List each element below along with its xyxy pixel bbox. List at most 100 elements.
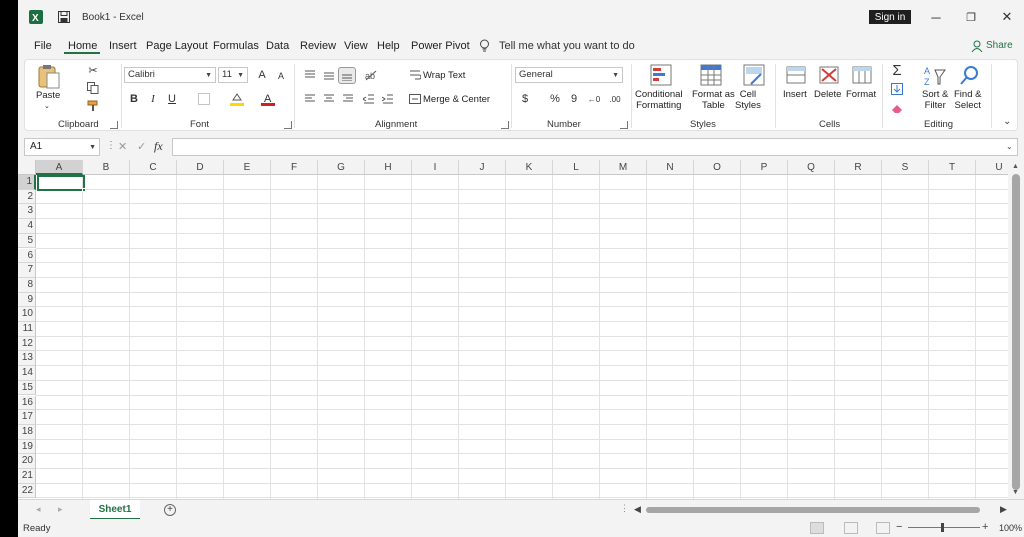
font-size-select[interactable]: 11 ▼ <box>218 67 248 83</box>
tab-formulas[interactable]: Formulas <box>213 40 259 52</box>
align-top-icon[interactable] <box>302 68 318 82</box>
select-all-corner[interactable] <box>18 160 36 175</box>
row-header-17[interactable]: 17 <box>18 410 36 425</box>
conditional-formatting-icon[interactable] <box>650 64 674 88</box>
cell-styles-icon[interactable] <box>743 64 767 88</box>
delete-cells-icon[interactable] <box>818 64 842 88</box>
collapse-ribbon-icon[interactable]: ⌄ <box>1003 116 1011 127</box>
paste-icon[interactable] <box>37 64 61 90</box>
sort-filter-icon[interactable]: AZ <box>923 64 947 88</box>
column-header-i[interactable]: I <box>412 160 459 175</box>
align-right-icon[interactable] <box>340 92 356 106</box>
tab-help[interactable]: Help <box>377 40 400 52</box>
row-header-5[interactable]: 5 <box>18 233 36 249</box>
percent-button[interactable]: % <box>547 92 563 106</box>
scroll-up-icon[interactable]: ▲ <box>1012 163 1019 170</box>
row-header-15[interactable]: 15 <box>18 380 36 396</box>
row-header-6[interactable]: 6 <box>18 248 36 264</box>
column-header-b[interactable]: B <box>83 160 130 175</box>
row-header-10[interactable]: 10 <box>18 307 36 322</box>
share-button[interactable]: Share <box>986 40 1013 51</box>
vertical-scroll-thumb[interactable] <box>1012 174 1020 490</box>
cell-styles-label[interactable]: Cell Styles <box>735 89 761 111</box>
enter-entry-icon[interactable]: ✓ <box>137 140 146 153</box>
tab-insert[interactable]: Insert <box>109 40 137 52</box>
borders-icon[interactable] <box>196 92 212 106</box>
comma-button[interactable]: 9 <box>566 92 582 106</box>
wrap-text-icon[interactable] <box>407 68 423 82</box>
fill-color-icon[interactable] <box>229 92 245 106</box>
align-bottom-icon[interactable] <box>338 67 356 84</box>
row-header-18[interactable]: 18 <box>18 424 36 440</box>
format-cells-icon[interactable] <box>851 64 875 88</box>
page-layout-view-icon[interactable] <box>844 522 858 534</box>
column-header-s[interactable]: S <box>882 160 929 175</box>
next-sheet-icon[interactable]: ▸ <box>58 504 63 515</box>
autosum-icon[interactable]: Σ <box>889 62 905 79</box>
merge-center-icon[interactable] <box>407 92 423 106</box>
tab-review[interactable]: Review <box>300 40 336 52</box>
zoom-slider-thumb[interactable] <box>941 523 944 532</box>
active-cell-a1[interactable] <box>37 175 85 191</box>
italic-button[interactable]: I <box>145 92 161 106</box>
font-color-icon[interactable]: A <box>260 92 276 106</box>
row-header-21[interactable]: 21 <box>18 469 36 484</box>
orientation-icon[interactable]: ab <box>363 68 379 82</box>
row-header-22[interactable]: 22 <box>18 483 36 499</box>
insert-cells-icon[interactable] <box>785 64 809 88</box>
number-format-select[interactable]: General ▼ <box>515 67 623 83</box>
increase-indent-icon[interactable] <box>380 92 396 106</box>
horizontal-scroll-thumb[interactable] <box>646 507 980 513</box>
column-header-l[interactable]: L <box>553 160 600 175</box>
paste-label[interactable]: Paste <box>36 90 60 101</box>
column-header-d[interactable]: D <box>177 160 224 175</box>
tab-page-layout[interactable]: Page Layout <box>146 40 208 52</box>
sign-in-button[interactable]: Sign in <box>869 10 911 24</box>
font-name-select[interactable]: Calibri ▼ <box>124 67 216 83</box>
column-header-h[interactable]: H <box>365 160 412 175</box>
fill-handle[interactable] <box>82 188 86 192</box>
minimize-button[interactable]: ─ <box>921 6 951 28</box>
vertical-scrollbar[interactable]: ▲ ▼ <box>1008 160 1024 499</box>
number-launcher-icon[interactable] <box>620 121 628 129</box>
zoom-in-button[interactable]: + <box>982 521 988 533</box>
font-launcher-icon[interactable] <box>284 121 292 129</box>
prev-sheet-icon[interactable]: ◂ <box>36 504 41 515</box>
column-header-m[interactable]: M <box>600 160 647 175</box>
restore-button[interactable]: ❐ <box>956 6 986 28</box>
decrease-indent-icon[interactable] <box>361 92 377 106</box>
row-header-19[interactable]: 19 <box>18 439 36 455</box>
column-header-o[interactable]: O <box>694 160 741 175</box>
name-box[interactable]: A1 ▼ <box>24 138 100 156</box>
increase-decimal-icon[interactable]: ←0 <box>586 92 602 106</box>
fill-icon[interactable] <box>889 82 905 96</box>
cancel-entry-icon[interactable]: ✕ <box>118 140 127 153</box>
column-header-r[interactable]: R <box>835 160 882 175</box>
worksheet-grid[interactable]: ABCDEFGHIJKLMNOPQRSTU 1 2 3 4 5 6 7 8 9 10 11 12 13 1… <box>18 160 1008 499</box>
row-header-16[interactable]: 16 <box>18 395 36 411</box>
clear-icon[interactable] <box>889 101 905 115</box>
tab-data[interactable]: Data <box>266 40 289 52</box>
row-header-2[interactable]: 2 <box>18 189 36 205</box>
format-painter-icon[interactable] <box>85 99 101 113</box>
delete-cells-label[interactable]: Delete <box>814 89 841 100</box>
tab-power-pivot[interactable]: Power Pivot <box>411 40 470 52</box>
row-header-3[interactable]: 3 <box>18 204 36 220</box>
column-header-t[interactable]: T <box>929 160 976 175</box>
align-left-icon[interactable] <box>302 92 318 106</box>
wrap-text-label[interactable]: Wrap Text <box>423 70 465 81</box>
row-header-9[interactable]: 9 <box>18 292 36 308</box>
row-header-14[interactable]: 14 <box>18 366 36 381</box>
column-header-a[interactable]: A <box>36 160 83 175</box>
column-header-q[interactable]: Q <box>788 160 835 175</box>
scroll-left-icon[interactable]: ◀ <box>634 504 641 515</box>
row-header-11[interactable]: 11 <box>18 322 36 337</box>
cut-icon[interactable]: ✂ <box>85 63 101 77</box>
sort-filter-label[interactable]: Sort & Filter <box>922 89 948 111</box>
shrink-font-icon[interactable]: A <box>273 69 289 83</box>
sheet-tab-sheet1[interactable]: Sheet1 <box>90 500 140 520</box>
format-as-table-icon[interactable] <box>700 64 724 88</box>
column-header-e[interactable]: E <box>224 160 271 175</box>
more-options-icon[interactable]: ⋮ <box>106 140 116 151</box>
copy-icon[interactable] <box>85 81 101 95</box>
